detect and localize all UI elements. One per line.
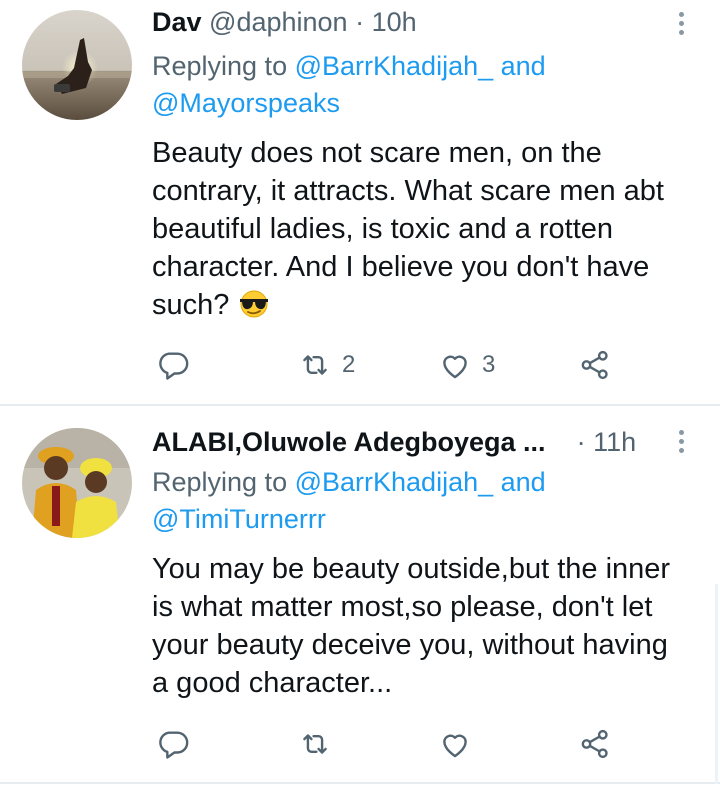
mention-link[interactable]: @BarrKhadijah_	[295, 51, 494, 81]
and-text: and	[493, 51, 546, 81]
tweet-divider	[0, 782, 720, 784]
retweet-count: 2	[342, 351, 356, 378]
tweet-item[interactable]: ALABI,Oluwole Adegboyega ... · 11h Reply…	[0, 406, 720, 782]
timestamp[interactable]: 11h	[593, 427, 636, 457]
retweet-icon	[303, 355, 327, 375]
reply-button[interactable]	[156, 345, 190, 385]
tweet-text-line: is what matter most,so please, don't let	[152, 591, 653, 623]
mention-link[interactable]: @BarrKhadijah_	[295, 467, 494, 497]
more-options-icon[interactable]	[678, 430, 686, 457]
scrollbar[interactable]	[715, 584, 718, 784]
share-icon	[581, 350, 608, 380]
sunglasses-emoji-icon	[237, 288, 271, 328]
tweet-item[interactable]: Dav @daphinon · 10h Replying to @BarrKha…	[0, 0, 720, 404]
tweet-header: Dav @daphinon · 10h	[152, 4, 680, 40]
tweet-text-line: character. And I believe you don't have	[152, 251, 650, 283]
heart-icon	[443, 355, 467, 379]
replying-to: Replying to @BarrKhadijah_ and @Mayorspe…	[152, 48, 546, 122]
username-handle[interactable]: @daphinon	[209, 7, 348, 37]
heart-icon	[443, 734, 467, 758]
share-button[interactable]	[578, 345, 612, 385]
retweet-button[interactable]	[298, 724, 342, 764]
more-options-icon[interactable]	[678, 12, 686, 39]
retweet-icon	[303, 734, 327, 754]
like-count: 3	[482, 351, 496, 378]
avatar[interactable]	[22, 10, 132, 120]
tweet-text-line: You may be beauty outside,but the inner	[152, 553, 671, 585]
reply-icon	[159, 731, 189, 759]
avatar[interactable]	[22, 428, 132, 538]
tweet-text-line: Beauty does not scare men, on the	[152, 137, 602, 169]
tweet-text-line: beautiful ladies, is toxic and a rotten	[152, 213, 614, 245]
tweet-actions	[152, 724, 622, 764]
tweet-text: You may be beauty outside,but the inner …	[152, 550, 707, 702]
separator-dot: ·	[576, 427, 586, 457]
timestamp[interactable]: 10h	[372, 7, 417, 37]
replying-to: Replying to @BarrKhadijah_ and @TimiTurn…	[152, 464, 546, 538]
like-button[interactable]: 3	[438, 345, 495, 385]
replying-prefix: Replying to	[152, 51, 295, 81]
share-icon	[581, 729, 608, 759]
tweet-text-line: your beauty deceive you, without having	[152, 629, 668, 661]
replying-prefix: Replying to	[152, 467, 295, 497]
tweet-text-line: such?	[152, 289, 230, 321]
like-button[interactable]	[438, 724, 482, 764]
tweet-text-line: contrary, it attracts. What scare men ab…	[152, 175, 664, 207]
mention-link[interactable]: @TimiTurnerrr	[152, 504, 326, 534]
separator-dot: ·	[355, 7, 365, 37]
display-name[interactable]: ALABI,Oluwole Adegboyega ...	[152, 427, 546, 457]
display-name[interactable]: Dav	[152, 7, 202, 37]
share-button[interactable]	[578, 724, 612, 764]
tweet-text: Beauty does not scare men, on the contra…	[152, 134, 707, 328]
tweet-actions: 2 3	[152, 345, 622, 385]
and-text: and	[493, 467, 546, 497]
reply-icon	[159, 352, 189, 380]
tweet-header: ALABI,Oluwole Adegboyega ... · 11h	[152, 424, 680, 460]
reply-button[interactable]	[156, 724, 190, 764]
retweet-button[interactable]: 2	[298, 345, 355, 385]
mention-link[interactable]: @Mayorspeaks	[152, 88, 340, 118]
tweet-text-line: a good character...	[152, 667, 393, 699]
